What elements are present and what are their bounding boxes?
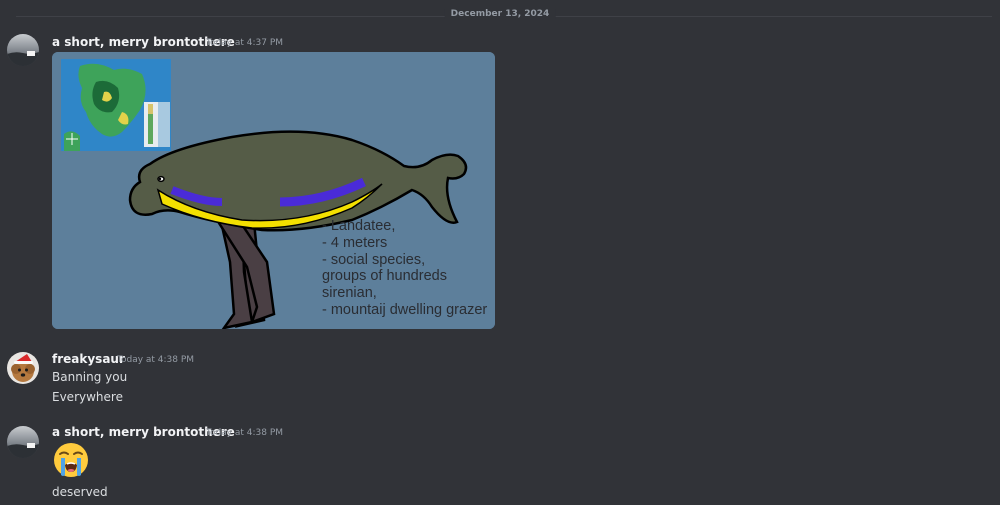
image-attachment[interactable]: - Landatee, - 4 meters - social species,… xyxy=(52,52,495,329)
message-text: Banning you xyxy=(52,370,128,384)
username[interactable]: freakysaur xyxy=(52,352,125,366)
caption-line: - mountaij dwelling grazer xyxy=(322,301,488,318)
timestamp: Today at 4:38 PM xyxy=(117,355,195,365)
loudly-crying-face-icon[interactable] xyxy=(52,441,90,479)
date-divider-label: December 13, 2024 xyxy=(444,9,556,19)
image-caption: - Landatee, - 4 meters - social species,… xyxy=(322,218,487,319)
caption-line: - 4 meters xyxy=(322,234,388,251)
caption-line: sirenian, xyxy=(322,285,377,302)
message-text: Everywhere xyxy=(52,390,123,404)
caption-line: - Landatee, xyxy=(322,218,396,234)
timestamp: Today at 4:38 PM xyxy=(206,428,284,438)
avatar[interactable] xyxy=(7,426,39,458)
caption-line: groups of hundreds xyxy=(322,268,447,285)
caption-line: - social species, xyxy=(322,251,426,268)
avatar[interactable] xyxy=(7,352,39,384)
message-text: deserved xyxy=(52,485,108,499)
timestamp: Today at 4:37 PM xyxy=(206,38,284,48)
map-inset-image xyxy=(61,59,171,151)
avatar[interactable] xyxy=(7,34,39,66)
